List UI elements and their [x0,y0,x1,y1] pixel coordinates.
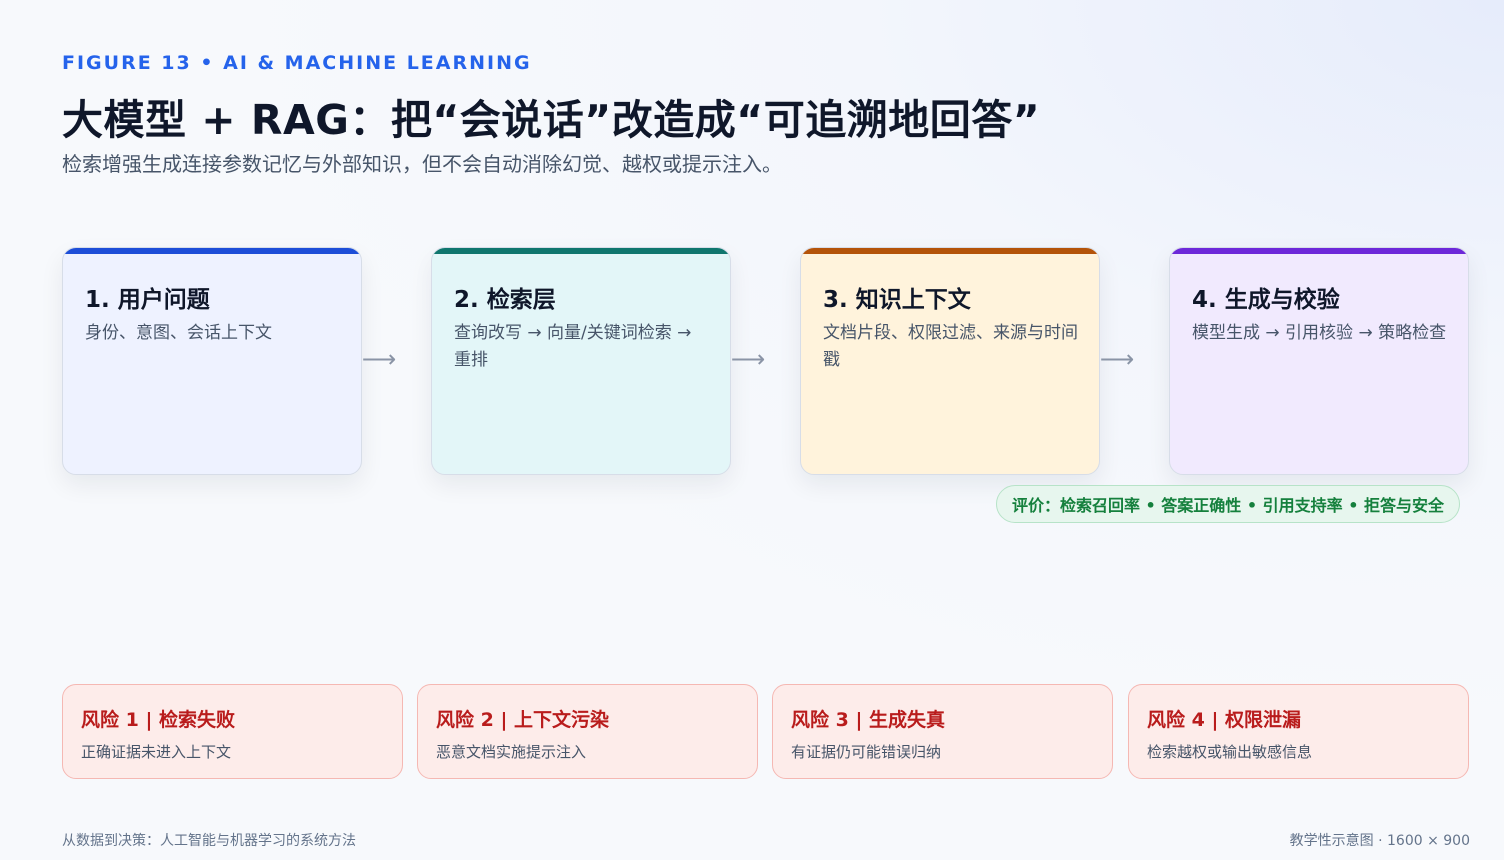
risk-description: 检索越权或输出敏感信息 [1147,743,1313,761]
risk-card-retrieval-failure: 风险 1 | 检索失败 正确证据未进入上下文 [62,684,403,779]
step-accent-bar [801,248,1099,254]
risk-card-generation-distortion: 风险 3 | 生成失真 有证据仍可能错误归纳 [772,684,1113,779]
risk-title: 风险 2 | 上下文污染 [436,709,610,731]
step-title: 2. 检索层 [454,287,556,313]
risk-title: 风险 1 | 检索失败 [81,709,236,731]
step-title: 3. 知识上下文 [823,287,971,313]
step-description: 身份、意图、会话上下文 [85,323,272,343]
step-card-generation-verification: 4. 生成与校验 模型生成 → 引用核验 → 策略检查 [1169,247,1469,475]
risk-title: 风险 4 | 权限泄漏 [1147,709,1302,731]
step-card-retrieval: 2. 检索层 查询改写 → 向量/关键词检索 → 重排 [431,247,731,475]
step-accent-bar [63,248,361,254]
page-title: 大模型 + RAG：把“会说话”改造成“可追溯地回答” [62,96,1041,144]
risk-description: 正确证据未进入上下文 [81,743,232,761]
flow-arrow-1: ⟶ [361,345,397,373]
step-description: 查询改写 → 向量/关键词检索 → 重排 [454,323,692,370]
risk-title: 风险 3 | 生成失真 [791,709,946,731]
risk-description: 有证据仍可能错误归纳 [791,743,942,761]
risk-description: 恶意文档实施提示注入 [436,743,587,761]
step-accent-bar [432,248,730,254]
step-description: 模型生成 → 引用核验 → 策略检查 [1192,323,1447,343]
risk-card-permission-leak: 风险 4 | 权限泄漏 检索越权或输出敏感信息 [1128,684,1469,779]
footer-note: 教学性示意图 · 1600 × 900 [1289,833,1470,849]
figure-kicker: FIGURE 13 • AI & MACHINE LEARNING [62,52,532,74]
flow-arrow-3: ⟶ [1099,345,1135,373]
step-card-knowledge-context: 3. 知识上下文 文档片段、权限过滤、来源与时间戳 [800,247,1100,475]
step-accent-bar [1170,248,1468,254]
evaluation-badge: 评价：检索召回率 • 答案正确性 • 引用支持率 • 拒答与安全 [996,485,1460,523]
step-description: 文档片段、权限过滤、来源与时间戳 [823,323,1078,370]
footer-source: 从数据到决策：人工智能与机器学习的系统方法 [62,833,356,849]
page-subtitle: 检索增强生成连接参数记忆与外部知识，但不会自动消除幻觉、越权或提示注入。 [62,152,782,176]
step-title: 1. 用户问题 [85,287,210,313]
flow-arrow-2: ⟶ [730,345,766,373]
step-card-user-question: 1. 用户问题 身份、意图、会话上下文 [62,247,362,475]
step-title: 4. 生成与校验 [1192,287,1340,313]
risk-card-context-poisoning: 风险 2 | 上下文污染 恶意文档实施提示注入 [417,684,758,779]
